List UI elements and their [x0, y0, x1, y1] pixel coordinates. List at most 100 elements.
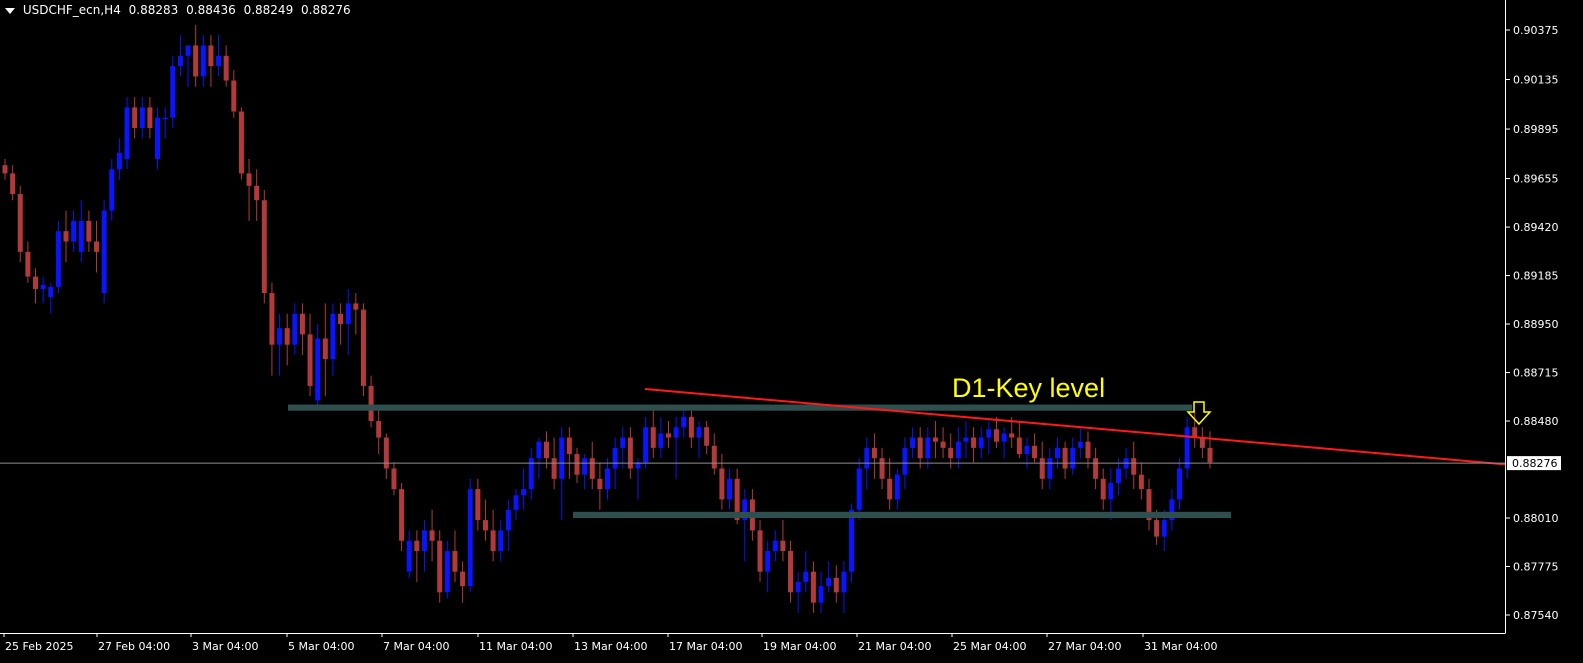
resistance-zone[interactable] — [288, 404, 1192, 411]
candle — [993, 416, 999, 448]
candle-body — [200, 45, 206, 77]
candle — [1062, 441, 1068, 479]
candle-body — [376, 421, 382, 438]
candlestick-chart[interactable]: D1-Key level 0.90375 0.90135 0.89895 0.8965… — [0, 0, 1583, 663]
candle — [277, 313, 283, 376]
candle-body — [48, 286, 54, 298]
candle — [490, 509, 496, 562]
candle — [620, 427, 626, 469]
support-zone[interactable] — [573, 511, 1231, 519]
candle-body — [696, 427, 702, 438]
candle — [223, 45, 229, 87]
candle — [330, 303, 336, 376]
candle — [162, 107, 168, 139]
candle-body — [1192, 427, 1198, 438]
candle — [376, 410, 382, 455]
candle-body — [841, 571, 847, 593]
candle — [704, 421, 710, 455]
candle — [1070, 437, 1076, 475]
candle-body — [399, 489, 405, 541]
candle — [444, 540, 450, 599]
candle-body — [833, 577, 839, 593]
candle-body — [71, 220, 77, 242]
candle-body — [490, 530, 496, 552]
candle — [200, 35, 206, 87]
candle — [193, 24, 199, 87]
candle — [399, 482, 405, 552]
candle — [322, 303, 328, 397]
candle-body — [589, 458, 595, 479]
candle — [421, 520, 427, 572]
candle — [1001, 427, 1007, 459]
candle-body — [1077, 441, 1083, 448]
candle — [1024, 437, 1030, 469]
candle-body — [17, 194, 23, 252]
candle — [833, 565, 839, 603]
candle-body — [63, 231, 69, 242]
candle — [597, 462, 603, 510]
candle-body — [772, 540, 778, 552]
candle — [1100, 468, 1106, 510]
candle — [757, 520, 763, 582]
candle — [589, 441, 595, 490]
candle-body — [284, 328, 290, 345]
candle — [643, 416, 649, 469]
candle-body — [719, 468, 725, 500]
candle-body — [193, 45, 199, 77]
candle — [170, 55, 176, 129]
candle — [482, 499, 488, 541]
candle — [40, 276, 46, 304]
candle — [10, 165, 16, 201]
time-axis: 25 Feb 2025 27 Feb 04:00 3 Mar 04:00 5 Mar … — [3, 633, 1217, 653]
candle-body — [795, 581, 801, 593]
candle — [971, 427, 977, 463]
candle — [452, 530, 458, 582]
candle-body — [688, 416, 694, 438]
candle-body — [803, 571, 809, 582]
candle-body — [536, 441, 542, 459]
candle — [467, 478, 473, 593]
price-tick-label: 0.90135 — [1513, 74, 1559, 87]
candle-body — [1032, 445, 1038, 459]
candle — [566, 427, 572, 479]
candle-body — [643, 427, 649, 463]
candle-body — [460, 571, 466, 587]
candle-body — [894, 474, 900, 500]
candle-body — [1085, 441, 1091, 459]
candle — [475, 478, 481, 531]
candle — [1032, 433, 1038, 463]
candle — [910, 427, 916, 459]
candle — [1169, 489, 1175, 531]
candle — [414, 530, 420, 582]
candle-body — [971, 437, 977, 448]
candle-body — [932, 437, 938, 442]
candle-body — [582, 458, 588, 475]
candle-body — [1184, 427, 1190, 469]
candle-body — [887, 478, 893, 500]
candle — [406, 530, 412, 578]
price-tick-label: 0.87540 — [1513, 609, 1559, 622]
candle-body — [505, 509, 511, 531]
candle-body — [849, 509, 855, 572]
candle-body — [612, 447, 618, 469]
candle — [261, 189, 267, 304]
candle-body — [177, 55, 183, 67]
candle-body — [101, 210, 107, 294]
candle-body — [444, 551, 450, 593]
candle-body — [711, 445, 717, 469]
candle — [1199, 427, 1205, 459]
candle-body — [605, 468, 610, 490]
candle — [345, 288, 351, 355]
candle — [1093, 447, 1099, 490]
candle-body — [345, 303, 351, 325]
candle — [208, 35, 214, 87]
candle — [216, 35, 222, 77]
time-tick-label: 5 Mar 04:00 — [288, 640, 354, 653]
candle — [932, 421, 938, 459]
candle-body — [673, 427, 679, 438]
candle — [803, 551, 809, 593]
candle-body — [2, 165, 8, 174]
candle-body — [948, 447, 954, 459]
candle-body — [1108, 482, 1114, 500]
candle — [605, 458, 610, 500]
